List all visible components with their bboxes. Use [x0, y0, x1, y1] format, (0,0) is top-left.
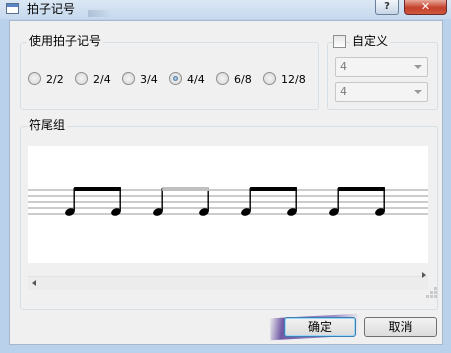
- radio-3-4[interactable]: [122, 72, 135, 85]
- resize-grip-dot[interactable]: [434, 287, 437, 290]
- radio-2-2-label[interactable]: 2/2: [46, 73, 64, 86]
- numerator-value: 4: [340, 60, 347, 73]
- numerator-combo[interactable]: 4: [335, 57, 428, 77]
- resize-grip-dot[interactable]: [430, 295, 433, 298]
- note-beam: [338, 187, 385, 191]
- staff-preview[interactable]: [28, 146, 428, 263]
- title-shadow-decoration: [88, 10, 112, 17]
- window-title: 拍子记号: [27, 2, 76, 16]
- radio-2-4[interactable]: [75, 72, 88, 85]
- resize-grip-dot[interactable]: [434, 291, 437, 294]
- resize-grip-dot[interactable]: [426, 295, 429, 298]
- radio-12-8[interactable]: [263, 72, 276, 85]
- close-button[interactable]: ✕: [404, 0, 447, 15]
- custom-checkbox[interactable]: [333, 35, 346, 48]
- resize-grip-dot[interactable]: [430, 291, 433, 294]
- numerator-dropdown-arrow-icon[interactable]: [414, 65, 422, 69]
- resize-grip-dot[interactable]: [434, 295, 437, 298]
- custom-checkbox-label[interactable]: 自定义: [350, 35, 391, 48]
- radio-6-8-label[interactable]: 6/8: [234, 73, 252, 86]
- scroll-left-arrow-icon[interactable]: [32, 280, 36, 286]
- radio-4-4[interactable]: [169, 72, 182, 85]
- radio-2-2[interactable]: [28, 72, 41, 85]
- note-beam: [250, 187, 297, 191]
- note-beam: [74, 187, 121, 191]
- denominator-dropdown-arrow-icon[interactable]: [414, 90, 422, 94]
- cancel-button[interactable]: 取消: [364, 317, 437, 337]
- scroll-right-arrow-icon[interactable]: [422, 272, 426, 278]
- help-button[interactable]: ?: [375, 0, 399, 15]
- beam-group-title: 符尾组: [27, 118, 68, 132]
- radio-12-8-label[interactable]: 12/8: [281, 73, 306, 86]
- staff-svg: [28, 187, 428, 216]
- radio-6-8[interactable]: [216, 72, 229, 85]
- denominator-value: 4: [340, 85, 347, 98]
- horizontal-scrollbar[interactable]: [28, 272, 428, 290]
- window-icon: [6, 3, 19, 14]
- radio-3-4-label[interactable]: 3/4: [140, 73, 158, 86]
- note-beam: [162, 187, 209, 191]
- radio-2-4-label[interactable]: 2/4: [93, 73, 111, 86]
- title-bar: 拍子记号 ? ✕: [0, 0, 451, 19]
- time-signature-group-title: 使用拍子记号: [27, 34, 104, 48]
- denominator-combo[interactable]: 4: [335, 82, 428, 102]
- radio-4-4-label[interactable]: 4/4: [187, 73, 205, 86]
- ok-button[interactable]: 确定: [284, 317, 356, 337]
